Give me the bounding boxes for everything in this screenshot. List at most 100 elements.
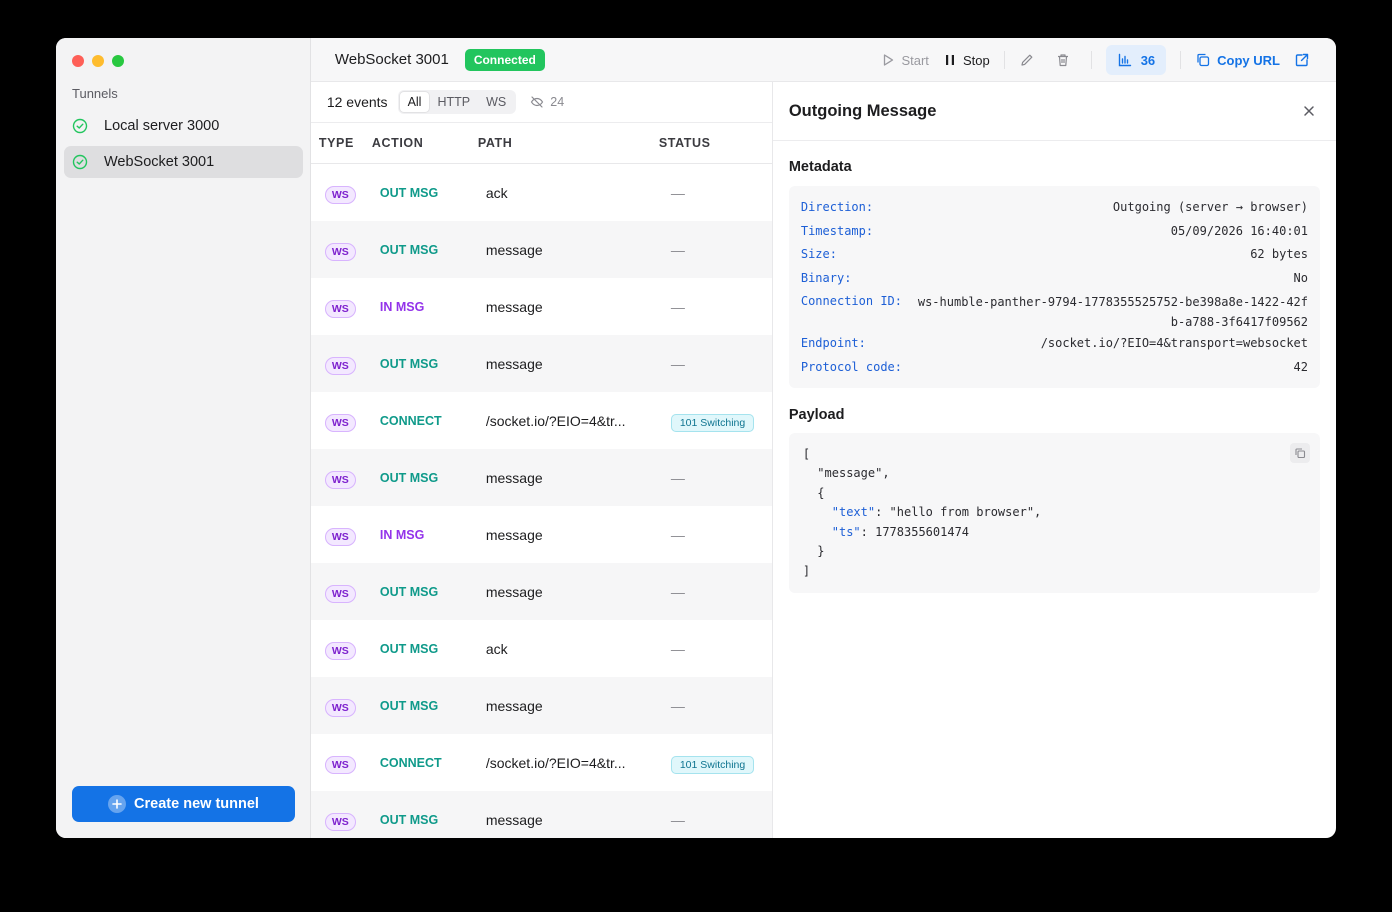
table-row[interactable]: WS OUT MSG ack — <box>311 620 772 677</box>
path-cell: /socket.io/?EIO=4&tr... <box>485 412 626 429</box>
ws-type-badge: WS <box>324 755 356 774</box>
status-empty: — <box>670 355 685 372</box>
tunnel-item-label: Local server 3000 <box>104 118 220 134</box>
detail-panel: Outgoing Message Metadata Direction: Outg… <box>772 82 1336 838</box>
ws-type-badge: WS <box>324 413 356 432</box>
type-cell: WS <box>311 698 380 717</box>
table-row[interactable]: WS OUT MSG message — <box>310 221 772 278</box>
payload-key: "ts" <box>831 524 861 539</box>
status-empty: — <box>670 583 685 600</box>
zoom-window-button[interactable] <box>112 55 124 67</box>
ws-type-badge: WS <box>324 356 356 375</box>
trash-icon <box>1057 54 1068 67</box>
ws-type-badge: WS <box>324 527 356 546</box>
table-header: TYPE ACTION PATH STATUS <box>310 123 772 164</box>
edit-button[interactable] <box>1019 52 1041 68</box>
action-cell: OUT MSG <box>379 470 439 485</box>
metadata-row: Timestamp: 05/09/2026 16:40:01 <box>801 220 1308 244</box>
filter-http[interactable]: HTTP <box>429 92 478 112</box>
type-cell: WS <box>311 812 380 831</box>
close-window-button[interactable] <box>72 55 84 67</box>
active-tunnel-title: WebSocket 3001 <box>334 51 449 68</box>
table-row[interactable]: WS IN MSG message — <box>311 506 772 563</box>
table-row[interactable]: WS OUT MSG message — <box>310 563 772 620</box>
table-row[interactable]: WS OUT MSG message — <box>310 449 772 506</box>
path-cell: ack <box>485 640 508 657</box>
table-row[interactable]: WS CONNECT/socket.io/?EIO=4&tr... 101 Swit… <box>311 734 772 791</box>
event-count: 12 events <box>326 94 388 110</box>
payload-line: "text": "hello from browser", <box>803 503 1306 523</box>
content-area: 12 events All HTTP WS 24 TYPE ACTION PAT… <box>310 82 1336 838</box>
status-empty: — <box>670 241 685 258</box>
type-cell: WS <box>311 413 380 432</box>
action-cell: OUT MSG <box>379 641 439 656</box>
open-external-button[interactable] <box>1294 52 1316 68</box>
close-icon[interactable] <box>1302 104 1316 118</box>
type-cell: WS <box>311 527 380 546</box>
metadata-row: Connection ID: ws-humble-panther-9794-177… <box>801 290 1308 332</box>
metadata-key: Direction: <box>800 200 874 214</box>
status-badge: 101 Switching <box>670 413 755 432</box>
metadata-key: Endpoint: <box>800 336 866 351</box>
copy-url-button[interactable]: Copy URL <box>1195 52 1280 68</box>
copy-payload-button[interactable] <box>1290 442 1310 463</box>
app-window: Tunnels Local server 3000 WebSocket 3001… <box>56 38 1336 838</box>
table-row[interactable]: WS CONNECT/socket.io/?EIO=4&tr... 101 Swit… <box>311 392 772 449</box>
metadata-value: ws-humble-panther-9794-1778355525752-be3… <box>917 295 1308 330</box>
path-cell: message <box>485 241 543 258</box>
minimize-window-button[interactable] <box>92 55 104 67</box>
action-cell: OUT MSG <box>379 584 439 599</box>
filter-bar: 12 events All HTTP WS 24 <box>310 82 772 123</box>
filter-segmented-control: All HTTP WS <box>397 90 517 114</box>
table-row[interactable]: WS OUT MSG ack — <box>311 164 772 221</box>
create-tunnel-button[interactable]: Create new tunnel <box>72 786 295 822</box>
metadata-key: Binary: <box>800 270 852 285</box>
metadata-row: Protocol code: 42 <box>801 356 1308 380</box>
delete-button[interactable] <box>1055 52 1077 68</box>
status-cell: — <box>671 698 771 714</box>
start-button[interactable]: Start <box>881 53 929 68</box>
ws-type-badge: WS <box>324 584 356 603</box>
tunnel-item-local-server[interactable]: Local server 3000 <box>64 110 303 142</box>
type-cell: WS <box>311 299 380 318</box>
table-row[interactable]: WS OUT MSG message — <box>310 335 772 392</box>
table-row[interactable]: WS OUT MSG message — <box>310 677 772 734</box>
status-empty: — <box>670 469 685 486</box>
status-badge: Connected <box>464 48 545 71</box>
metadata-key: Timestamp: <box>800 223 874 238</box>
table-row[interactable]: WS OUT MSG message — <box>310 791 772 838</box>
metadata-section-title: Metadata <box>788 159 852 175</box>
status-cell: — <box>671 299 771 315</box>
action-cell: OUT MSG <box>379 698 439 713</box>
copy-icon <box>1295 448 1306 458</box>
table-row[interactable]: WS IN MSG message — <box>311 278 772 335</box>
stats-button[interactable]: 36 <box>1105 45 1167 75</box>
path-cell: message <box>485 697 543 714</box>
main-area: WebSocket 3001 Connected Start Stop 36 C… <box>310 38 1336 838</box>
type-cell: WS <box>311 242 380 261</box>
status-empty: — <box>670 526 685 543</box>
path-cell: message <box>485 469 543 486</box>
play-icon <box>884 54 894 66</box>
column-header-action[interactable]: ACTION <box>372 136 478 150</box>
payload-line: "ts": 1778355601474 <box>803 523 1306 543</box>
events-panel: 12 events All HTTP WS 24 TYPE ACTION PAT… <box>310 82 773 838</box>
filter-ws[interactable]: WS <box>478 92 514 112</box>
column-header-status[interactable]: STATUS <box>659 136 769 150</box>
status-empty: — <box>670 811 685 828</box>
status-cell: — <box>671 185 771 201</box>
type-cell: WS <box>311 470 380 489</box>
stop-button[interactable]: Stop <box>943 53 990 68</box>
payload-line: [ <box>802 446 811 461</box>
status-badge: 101 Switching <box>670 755 755 774</box>
path-cell: ack <box>485 184 508 201</box>
column-header-type[interactable]: TYPE <box>311 136 372 150</box>
hidden-events-toggle[interactable]: 24 <box>530 95 564 109</box>
tunnel-item-websocket[interactable]: WebSocket 3001 <box>64 146 303 178</box>
status-cell: — <box>671 641 771 657</box>
metadata-row: Direction: Outgoing (server → browser) <box>801 196 1308 220</box>
action-cell: OUT MSG <box>379 356 439 371</box>
filter-all[interactable]: All <box>399 92 430 112</box>
action-cell: CONNECT <box>379 755 442 770</box>
column-header-path[interactable]: PATH <box>478 136 659 150</box>
